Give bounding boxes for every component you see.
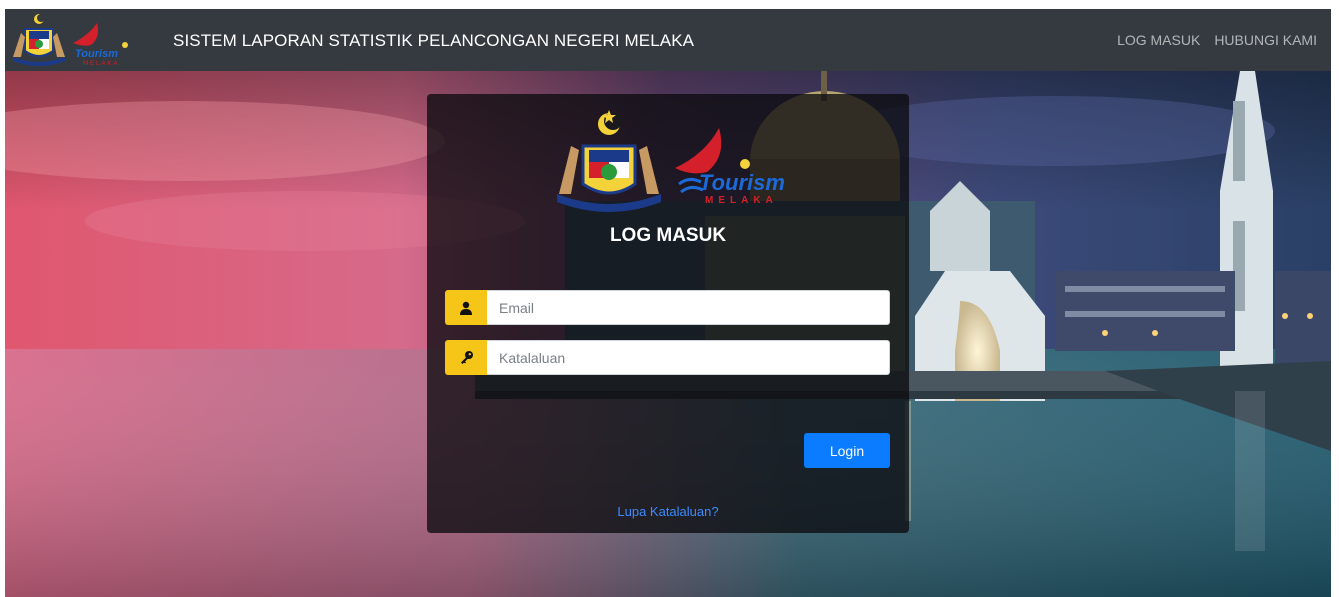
user-icon bbox=[445, 290, 487, 325]
email-input-group bbox=[445, 290, 890, 325]
email-input[interactable] bbox=[487, 290, 890, 325]
nav-links: LOG MASUK HUBUNGI KAMI bbox=[1117, 9, 1317, 71]
login-title: LOG MASUK bbox=[609, 225, 727, 246]
login-button[interactable]: Login bbox=[804, 433, 890, 468]
app-title: SISTEM LAPORAN STATISTIK PELANCONGAN NEG… bbox=[173, 31, 695, 50]
login-card: Tourism MELAKA LOG MASUK Email Login Lup… bbox=[427, 94, 909, 533]
key-icon bbox=[445, 340, 487, 375]
navbar: Tourism MELAKA SISTEM LAPORAN STATISTIK … bbox=[5, 9, 1331, 71]
tourism-logo-text: Tourism bbox=[699, 170, 785, 195]
nav-contact-link[interactable]: HUBUNGI KAMI bbox=[1214, 32, 1317, 48]
svg-text:Tourism: Tourism bbox=[75, 48, 118, 60]
melaka-tourism-logo[interactable]: Tourism MELAKA bbox=[9, 13, 137, 67]
password-input[interactable] bbox=[487, 340, 890, 375]
page-frame: Tourism MELAKA SISTEM LAPORAN STATISTIK … bbox=[5, 9, 1331, 597]
svg-text:MELAKA: MELAKA bbox=[83, 61, 119, 67]
password-input-group bbox=[445, 340, 890, 375]
nav-login-link[interactable]: LOG MASUK bbox=[1117, 32, 1200, 48]
forgot-password-link[interactable]: Lupa Katalaluan? bbox=[427, 504, 909, 519]
card-logo: Tourism MELAKA bbox=[557, 110, 785, 212]
tourism-logo-subtext: MELAKA bbox=[705, 195, 778, 206]
